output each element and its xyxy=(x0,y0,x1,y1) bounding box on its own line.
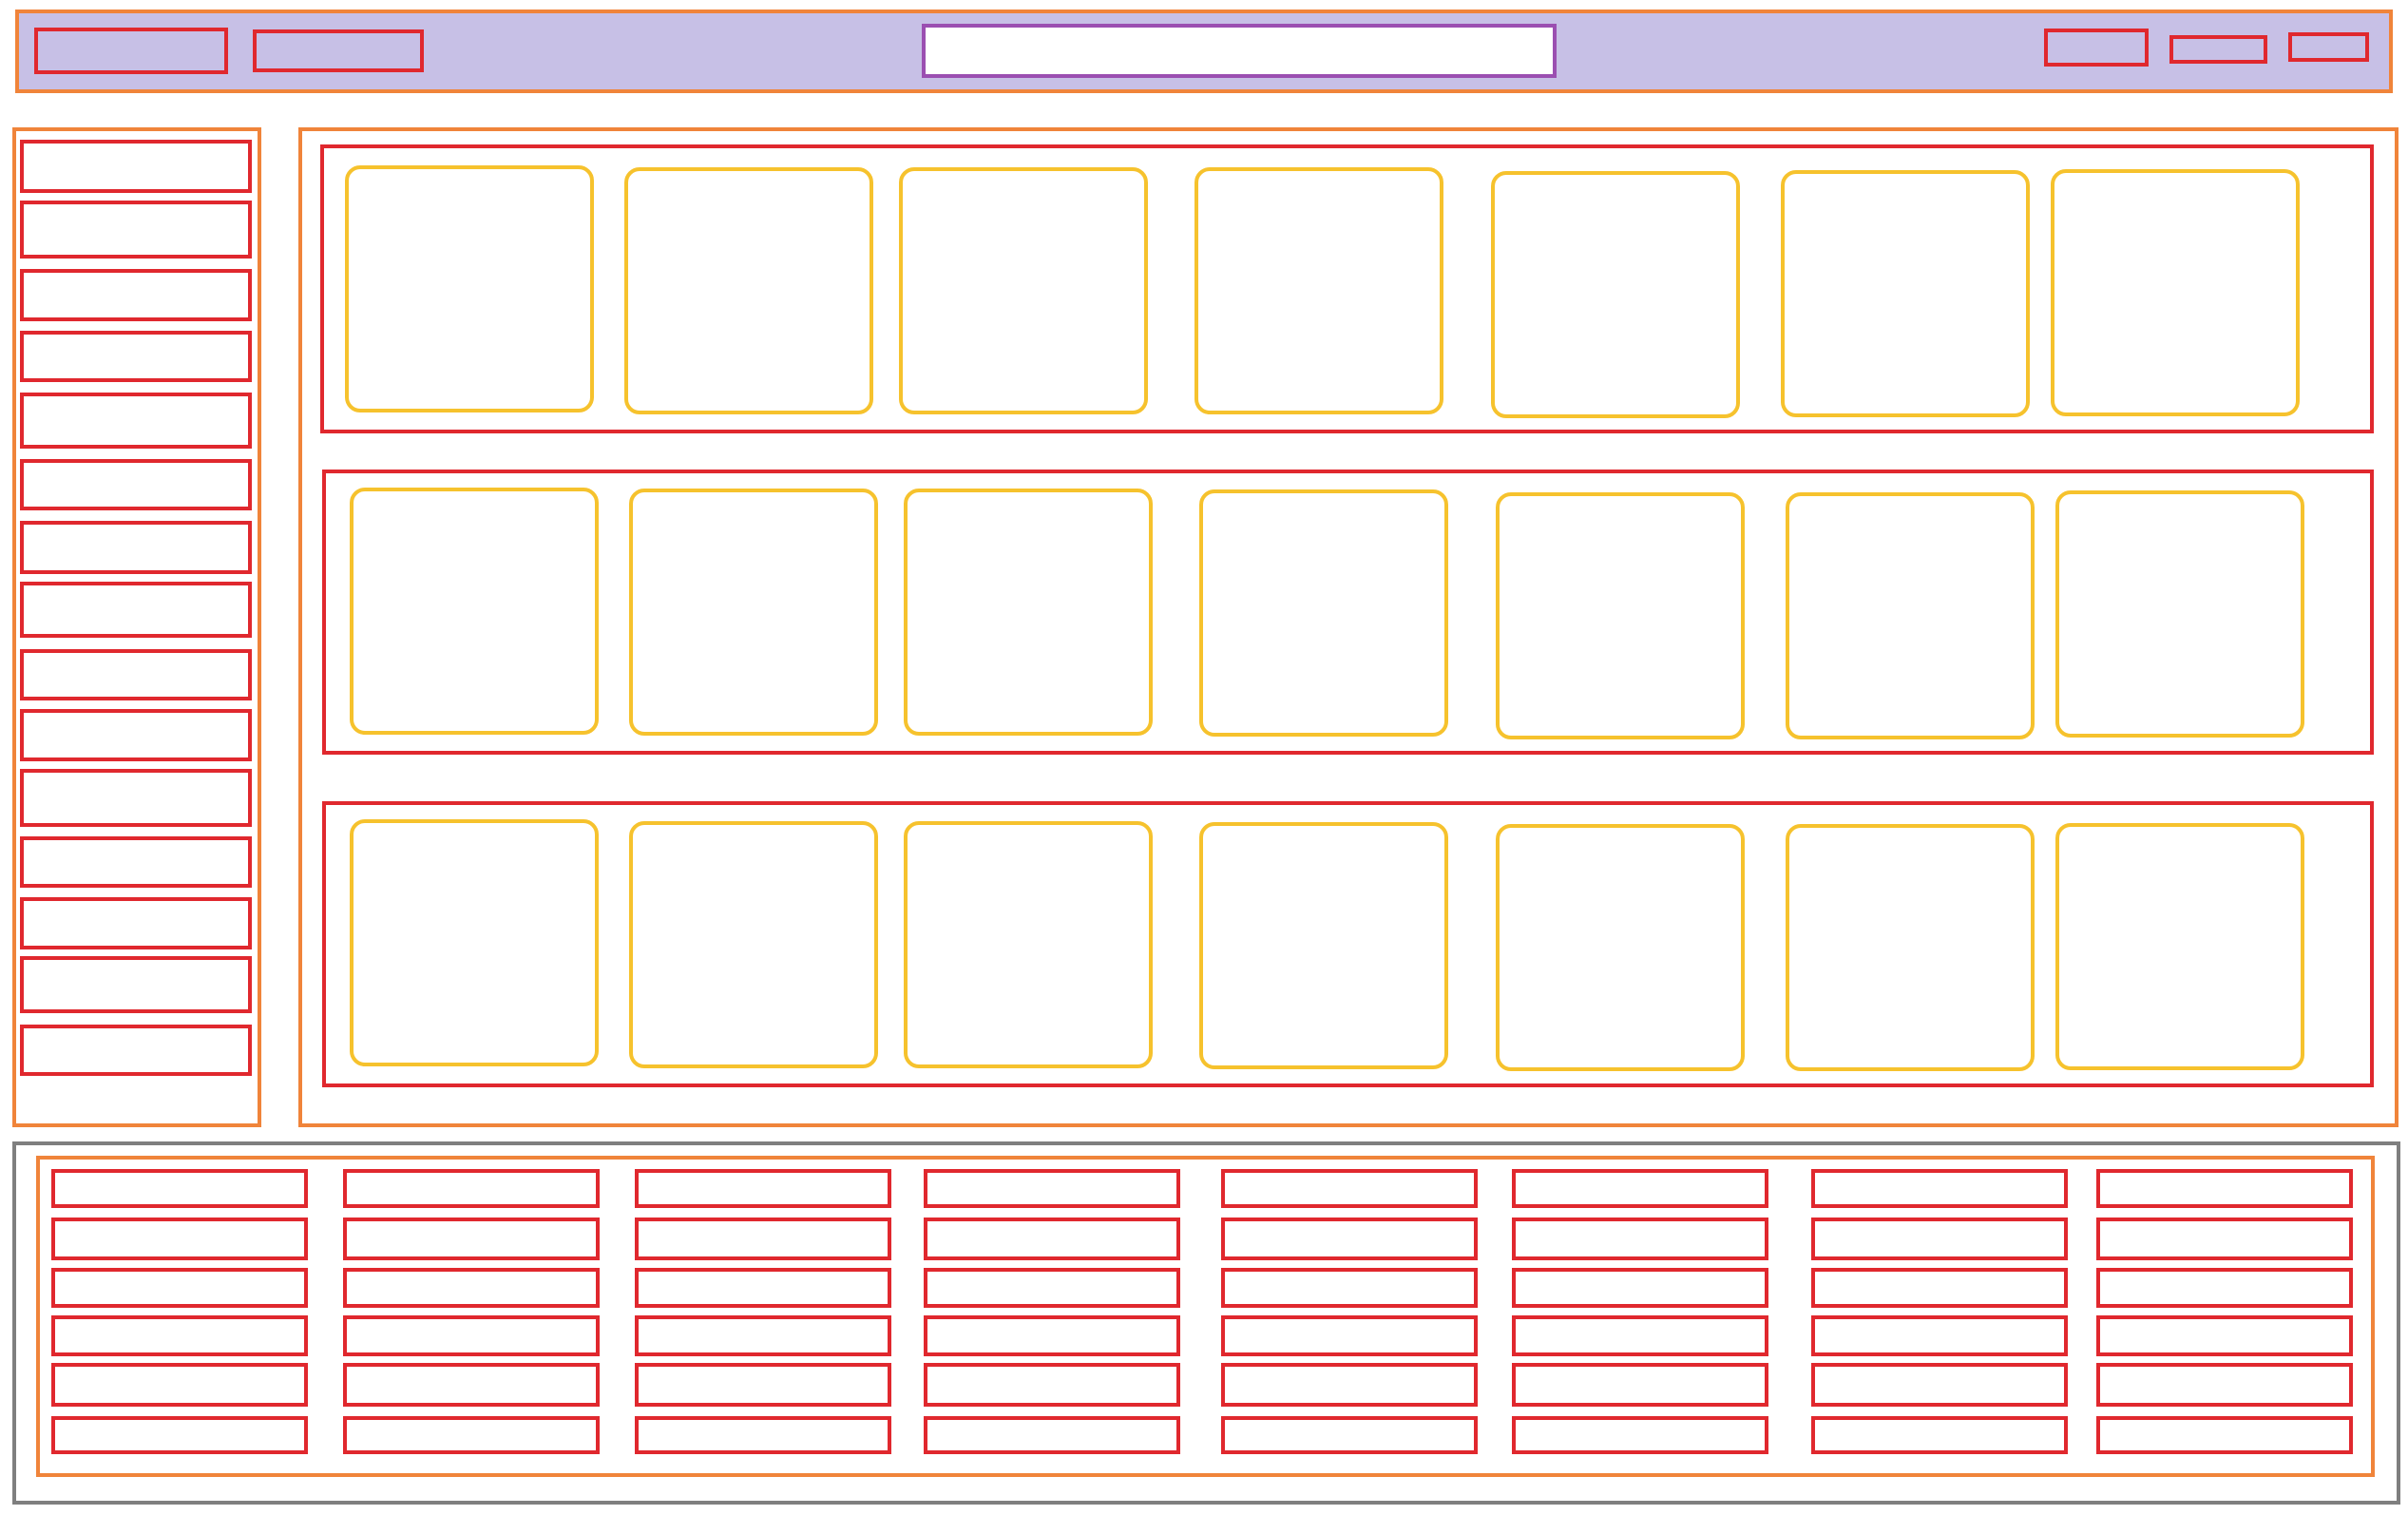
footer-link[interactable] xyxy=(1512,1218,1768,1260)
sidebar-item[interactable] xyxy=(20,582,252,638)
footer-link[interactable] xyxy=(1512,1315,1768,1356)
footer-link[interactable] xyxy=(343,1268,600,1308)
sidebar-item[interactable] xyxy=(20,836,252,888)
footer-link[interactable] xyxy=(924,1363,1180,1407)
card[interactable] xyxy=(1199,489,1448,737)
footer-link[interactable] xyxy=(1811,1218,2068,1260)
sidebar-item[interactable] xyxy=(20,649,252,700)
card[interactable] xyxy=(1786,492,2035,739)
footer-link[interactable] xyxy=(51,1363,308,1407)
footer-link[interactable] xyxy=(2096,1268,2353,1308)
footer-link[interactable] xyxy=(51,1218,308,1260)
card[interactable] xyxy=(624,167,873,414)
footer-link[interactable] xyxy=(1811,1416,2068,1454)
footer-link[interactable] xyxy=(1811,1268,2068,1308)
sidebar-item[interactable] xyxy=(20,769,252,827)
card[interactable] xyxy=(2055,823,2304,1070)
header-right-button-2[interactable] xyxy=(2169,35,2267,64)
footer-link[interactable] xyxy=(924,1315,1180,1356)
footer-link[interactable] xyxy=(51,1315,308,1356)
card[interactable] xyxy=(1496,492,1745,739)
footer-link[interactable] xyxy=(635,1169,891,1208)
footer-link[interactable] xyxy=(924,1416,1180,1454)
footer-link[interactable] xyxy=(635,1416,891,1454)
sidebar-item[interactable] xyxy=(20,331,252,382)
footer-link[interactable] xyxy=(343,1169,600,1208)
footer-link[interactable] xyxy=(2096,1363,2353,1407)
footer-link[interactable] xyxy=(1512,1268,1768,1308)
card[interactable] xyxy=(629,489,878,736)
card[interactable] xyxy=(1781,170,2030,417)
sidebar-item[interactable] xyxy=(20,201,252,259)
footer-link[interactable] xyxy=(51,1416,308,1454)
footer-link[interactable] xyxy=(343,1416,600,1454)
card[interactable] xyxy=(2055,490,2304,738)
footer-link[interactable] xyxy=(1221,1169,1478,1208)
sidebar-item[interactable] xyxy=(20,1025,252,1076)
header-left-button-1[interactable] xyxy=(34,28,228,74)
card[interactable] xyxy=(1199,822,1448,1069)
footer-link[interactable] xyxy=(1811,1315,2068,1356)
sidebar-item[interactable] xyxy=(20,459,252,510)
sidebar-item[interactable] xyxy=(20,956,252,1013)
footer-link[interactable] xyxy=(635,1268,891,1308)
footer-link[interactable] xyxy=(1221,1315,1478,1356)
header-right-button-1[interactable] xyxy=(2044,29,2149,67)
footer-link[interactable] xyxy=(51,1268,308,1308)
sidebar-item[interactable] xyxy=(20,269,252,321)
footer-link[interactable] xyxy=(2096,1218,2353,1260)
footer-link[interactable] xyxy=(1221,1416,1478,1454)
footer-link[interactable] xyxy=(1221,1268,1478,1308)
card[interactable] xyxy=(345,165,594,412)
footer-link[interactable] xyxy=(343,1218,600,1260)
footer-link[interactable] xyxy=(1512,1169,1768,1208)
card[interactable] xyxy=(1786,824,2035,1071)
footer-link[interactable] xyxy=(635,1363,891,1407)
footer-link[interactable] xyxy=(343,1363,600,1407)
card[interactable] xyxy=(350,488,599,735)
footer-link[interactable] xyxy=(1512,1363,1768,1407)
sidebar-item[interactable] xyxy=(20,709,252,761)
header-left-button-2[interactable] xyxy=(253,29,424,72)
footer-link[interactable] xyxy=(1221,1218,1478,1260)
footer-link[interactable] xyxy=(2096,1169,2353,1208)
footer-link[interactable] xyxy=(1811,1363,2068,1407)
footer-link[interactable] xyxy=(924,1169,1180,1208)
footer-link[interactable] xyxy=(343,1315,600,1356)
footer-link[interactable] xyxy=(924,1218,1180,1260)
card[interactable] xyxy=(904,821,1153,1068)
card[interactable] xyxy=(2051,169,2300,416)
footer-link[interactable] xyxy=(1811,1169,2068,1208)
card[interactable] xyxy=(350,819,599,1066)
header-right-button-3[interactable] xyxy=(2288,32,2369,62)
footer-link[interactable] xyxy=(635,1315,891,1356)
card[interactable] xyxy=(1491,171,1740,418)
card[interactable] xyxy=(629,821,878,1068)
sidebar-item[interactable] xyxy=(20,393,252,449)
footer-link[interactable] xyxy=(924,1268,1180,1308)
sidebar-item[interactable] xyxy=(20,140,252,193)
card[interactable] xyxy=(1496,824,1745,1071)
footer-link[interactable] xyxy=(51,1169,308,1208)
search-input[interactable] xyxy=(922,24,1557,78)
card[interactable] xyxy=(899,167,1148,414)
footer-link[interactable] xyxy=(635,1218,891,1260)
card[interactable] xyxy=(1194,167,1443,414)
footer-link[interactable] xyxy=(1512,1416,1768,1454)
sidebar-item[interactable] xyxy=(20,897,252,949)
footer-link[interactable] xyxy=(2096,1416,2353,1454)
card[interactable] xyxy=(904,489,1153,736)
sidebar-item[interactable] xyxy=(20,521,252,574)
footer-link[interactable] xyxy=(2096,1315,2353,1356)
footer-link[interactable] xyxy=(1221,1363,1478,1407)
